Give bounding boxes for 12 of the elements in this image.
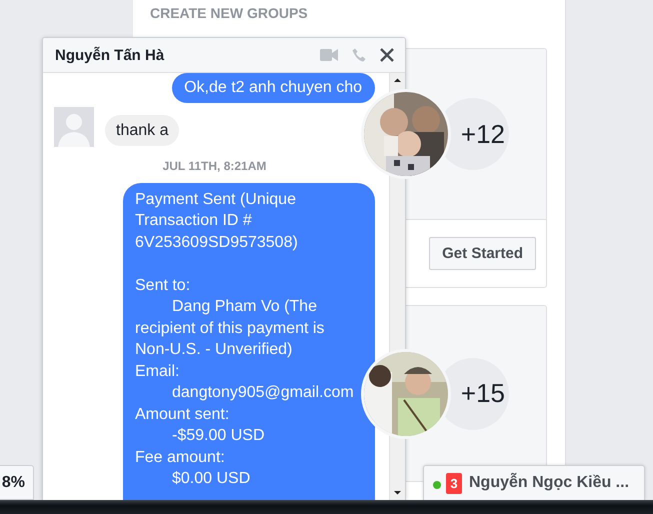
unread-badge: 3 <box>446 472 462 494</box>
timestamp: JUL 11TH, 8:21AM <box>162 158 268 172</box>
get-started-button[interactable]: Get Started <box>429 237 536 270</box>
chat-tab[interactable]: 8% <box>0 465 34 500</box>
message-bubble: Ok,de t2 anh chuyen cho <box>172 73 375 102</box>
close-icon[interactable] <box>380 48 394 62</box>
message-bubble: thank a <box>105 114 180 146</box>
chat-tab[interactable]: 3 Nguyễn Ngọc Kiều ... <box>423 465 645 500</box>
message-bubble: Payment Sent (Unique Transaction ID # 6V253609SD9573508) Sent to: Dang Pham Vo (The recipient of this payment is Non-U.S. - Unverified) Email: dangtony905@gmail.com Amount sent: -$59.00 USD Fee amount: $0.00 USD <box>123 182 375 500</box>
section-title: CREATE NEW GROUPS <box>150 5 309 23</box>
contact-name: Nguyễn Ngọc Kiều ... <box>469 474 630 492</box>
avatar-icon <box>54 106 94 146</box>
